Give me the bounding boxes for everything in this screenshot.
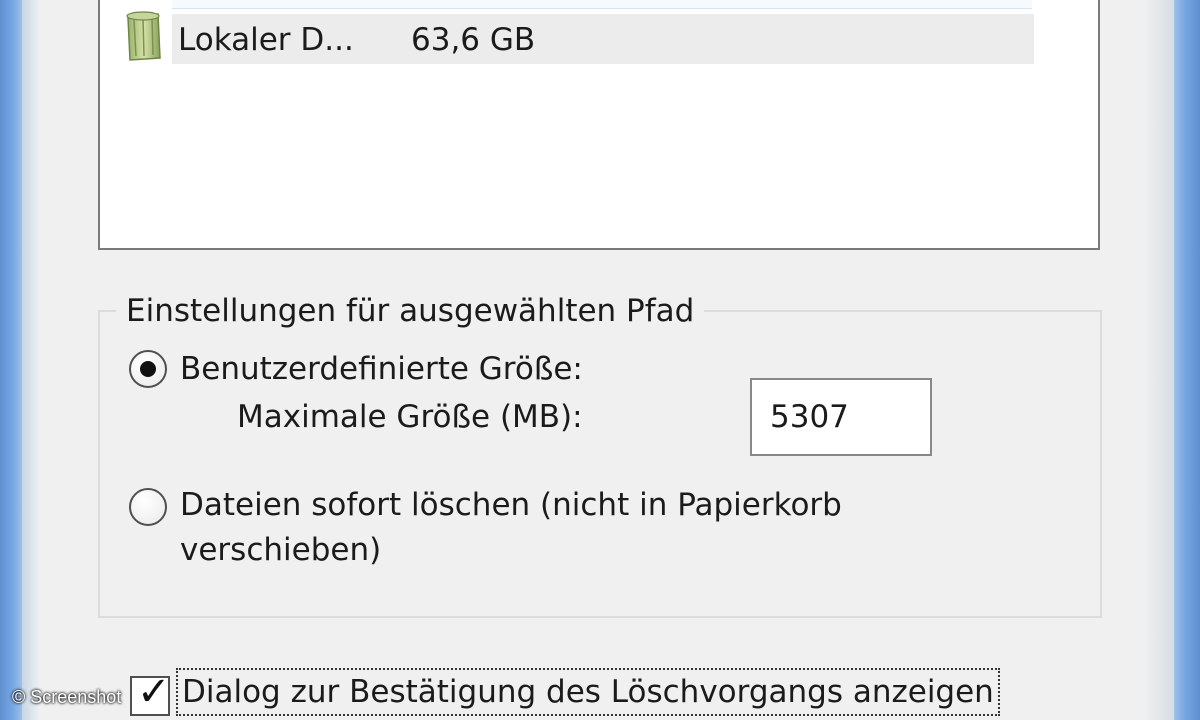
drive-size: 63,6 GB (411, 22, 536, 58)
dialog-edge-left (22, 0, 40, 720)
radio-selected-dot (140, 361, 156, 377)
confirm-dialog-label[interactable]: Dialog zur Bestätigung des Löschvorgangs… (176, 668, 1000, 716)
confirm-dialog-checkbox[interactable]: ✓ (130, 672, 171, 716)
custom-size-radio[interactable] (129, 350, 167, 388)
list-item-partial[interactable] (172, 0, 1032, 9)
delete-immediately-radio[interactable] (129, 488, 167, 526)
delete-immediately-label-line1[interactable]: Dateien sofort löschen (nicht in Papierk… (180, 484, 842, 526)
drive-name: Lokaler D... (178, 22, 354, 58)
max-size-label: Maximale Größe (MB): (237, 399, 583, 435)
max-size-input[interactable] (750, 378, 932, 456)
recycle-bin-icon (126, 11, 161, 61)
delete-immediately-label-line2[interactable]: verschieben) (180, 529, 381, 571)
dialog-edge-right (1144, 0, 1174, 720)
screenshot-watermark: © Screenshot (12, 687, 122, 707)
custom-size-label[interactable]: Benutzerdefinierte Größe: (180, 348, 583, 390)
settings-group-title: Einstellungen für ausgewählten Pfad (116, 290, 705, 332)
window-frame-left (0, 0, 22, 720)
window-frame-right (1174, 0, 1200, 720)
checkmark-icon: ✓ (137, 669, 171, 715)
